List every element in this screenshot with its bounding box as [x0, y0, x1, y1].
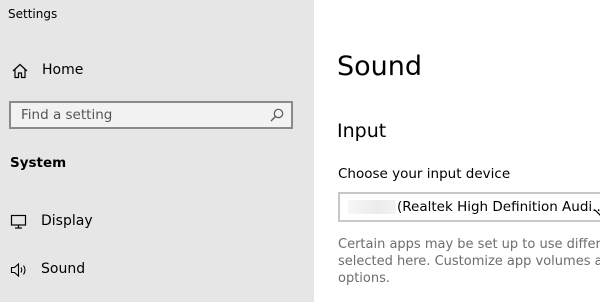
- sidebar-item-sound[interactable]: Sound: [0, 255, 314, 285]
- input-device-label: Choose your input device: [338, 166, 511, 182]
- sidebar: Settings Home System: [0, 0, 314, 302]
- settings-window: Settings Home System: [0, 0, 600, 302]
- speaker-icon: [10, 262, 28, 278]
- info-line: selected here. Customize app volumes and: [338, 254, 600, 269]
- section-heading-input: Input: [337, 120, 387, 142]
- sidebar-item-home[interactable]: Home: [0, 56, 314, 86]
- sidebar-item-label: Display: [41, 213, 93, 229]
- search-icon[interactable]: [269, 107, 285, 123]
- input-device-value: (Realtek High Definition Audi...: [397, 199, 600, 215]
- redacted-device-name: [348, 200, 396, 214]
- sidebar-item-label: Home: [42, 62, 84, 78]
- search-input[interactable]: [21, 106, 261, 124]
- input-info-text: Certain apps may be set up to use differ…: [338, 236, 600, 287]
- page-title: Sound: [337, 51, 423, 82]
- main-content: Sound Input Choose your input device (Re…: [314, 0, 600, 302]
- home-icon: [11, 62, 29, 80]
- input-device-dropdown[interactable]: (Realtek High Definition Audi...: [338, 192, 600, 222]
- sidebar-item-label: Sound: [41, 261, 86, 277]
- info-line: Certain apps may be set up to use differ…: [338, 237, 600, 252]
- app-title: Settings: [8, 7, 58, 21]
- monitor-icon: [10, 214, 28, 230]
- chevron-down-icon: [594, 202, 600, 216]
- info-line: options.: [338, 271, 391, 286]
- search-box[interactable]: [9, 101, 293, 129]
- sidebar-item-display[interactable]: Display: [0, 207, 314, 237]
- section-heading: System: [10, 155, 67, 171]
